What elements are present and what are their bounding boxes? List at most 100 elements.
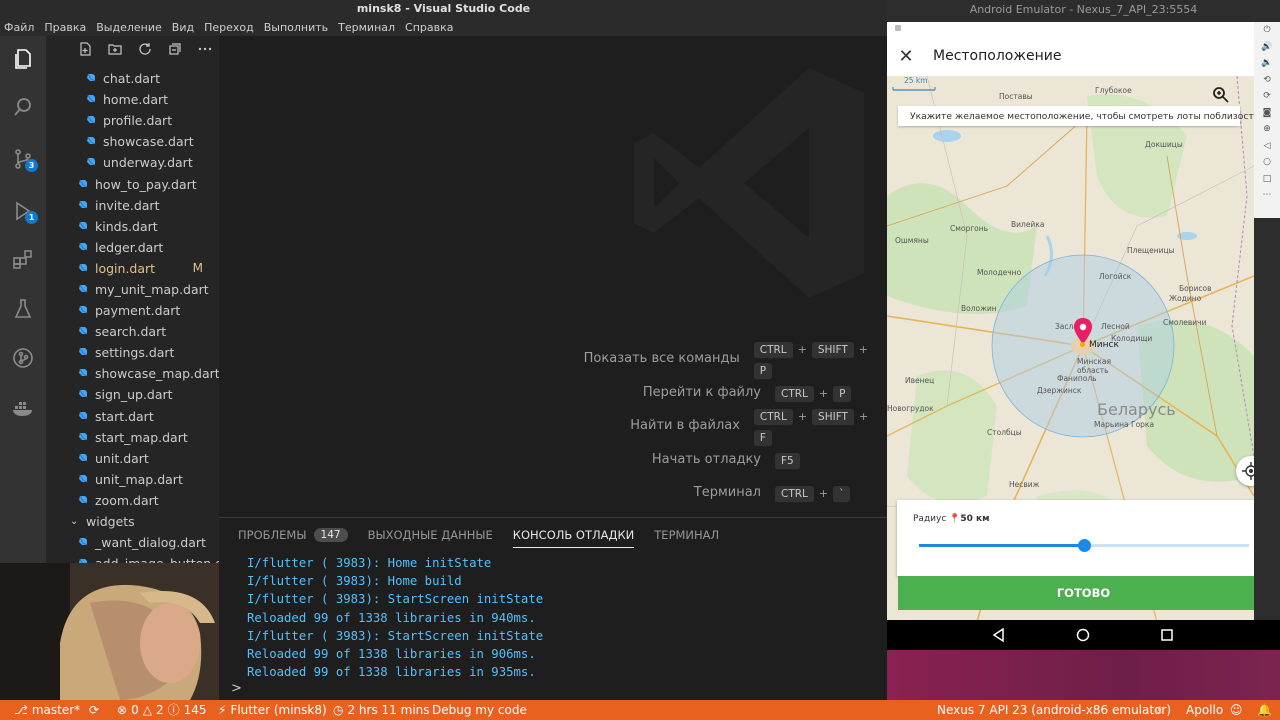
device-selector[interactable]: Nexus 7 API 23 (android-x86 emulator) — [937, 700, 1171, 720]
sync-icon[interactable]: ⟳ — [89, 700, 99, 720]
back-small-icon[interactable]: ◁ — [1254, 138, 1280, 155]
file-row[interactable]: showcase_map.dart — [46, 363, 219, 384]
menu-item[interactable]: Выделение — [96, 21, 162, 34]
zoom-icon[interactable] — [1212, 86, 1230, 104]
shortcut-row[interactable]: Терминал CTRL + ` — [437, 476, 887, 510]
back-icon[interactable] — [991, 627, 1007, 643]
shortcut-row[interactable]: Показать все команды CTRL + SHIFT +P — [437, 341, 887, 380]
refresh-icon[interactable] — [137, 41, 153, 61]
panel-tab[interactable]: КОНСОЛЬ ОТЛАДКИ — [512, 518, 635, 552]
menu-item[interactable]: Справка — [405, 21, 453, 34]
git-branch[interactable]: ⎇ master* — [14, 700, 80, 720]
file-row[interactable]: _want_dialog.dart — [46, 532, 219, 553]
menu-item[interactable]: Вид — [172, 21, 194, 34]
shortcut-row[interactable]: Найти в файлах CTRL + SHIFT +F — [437, 408, 887, 447]
rotate-right-icon[interactable]: ⟳ — [1254, 88, 1280, 105]
debug-badge: 1 — [25, 211, 38, 224]
close-icon[interactable]: ✕ — [887, 46, 925, 67]
extensions-icon[interactable] — [8, 244, 38, 274]
testing-icon[interactable] — [8, 294, 38, 324]
docker-icon[interactable] — [8, 393, 38, 423]
file-row[interactable]: profile.dart — [46, 110, 219, 131]
console-line: I/flutter ( 3983): StartScreen initState — [247, 628, 544, 643]
menu-item[interactable]: Файл — [4, 21, 34, 34]
location-pin-icon[interactable] — [1074, 318, 1092, 344]
file-name: unit_map.dart — [95, 471, 183, 487]
overview-icon[interactable] — [1159, 627, 1175, 643]
menu-item[interactable]: Переход — [204, 21, 254, 34]
screenshot-icon[interactable]: ◙ — [1254, 105, 1280, 122]
file-row[interactable]: chat.dart — [46, 68, 219, 89]
source-control-icon[interactable]: 3 — [8, 144, 38, 174]
file-row[interactable]: sign_up.dart — [46, 384, 219, 405]
file-row[interactable]: home.dart — [46, 89, 219, 110]
menu-item[interactable]: Правка — [44, 21, 86, 34]
more-actions-icon[interactable] — [197, 41, 213, 61]
problems-summary[interactable]: ⊗ 0 △ 2 ⓘ 145 — [117, 700, 207, 720]
folder-row[interactable]: ⌄ widgets — [46, 511, 219, 532]
panel-tab[interactable]: ТЕРМИНАЛ — [654, 518, 719, 552]
explorer-icon[interactable] — [8, 44, 38, 74]
panel-tab[interactable]: ВЫХОДНЫЕ ДАННЫЕ — [368, 518, 493, 552]
file-row[interactable]: settings.dart — [46, 342, 219, 363]
file-name: invite.dart — [95, 197, 160, 213]
notifications-icon[interactable]: 🔔 — [1257, 700, 1272, 720]
new-folder-icon[interactable] — [107, 41, 123, 61]
file-row[interactable]: my_unit_map.dart — [46, 279, 219, 300]
debug-icon[interactable]: 1 — [8, 196, 38, 226]
my-location-button[interactable] — [1236, 456, 1254, 486]
file-row[interactable]: zoom.dart — [46, 490, 219, 511]
feedback-icon[interactable]: ☺ — [1230, 700, 1243, 720]
new-file-icon[interactable] — [77, 41, 93, 61]
console-prompt[interactable]: > — [231, 681, 242, 696]
search-icon[interactable] — [8, 92, 38, 122]
file-row[interactable]: ledger.dart — [46, 237, 219, 258]
file-row[interactable]: login.dart M — [46, 258, 219, 279]
vscode-logo-watermark — [634, 68, 864, 298]
file-row[interactable]: invite.dart — [46, 195, 219, 216]
slider-thumb[interactable] — [1078, 539, 1091, 552]
file-row[interactable]: showcase.dart — [46, 131, 219, 152]
file-name: _want_dialog.dart — [95, 535, 206, 551]
menu-item[interactable]: Терминал — [338, 21, 395, 34]
debug-console: I/flutter ( 3983): Home initState I/flutt… — [247, 554, 877, 681]
git-graph-icon[interactable] — [8, 343, 38, 373]
problems-count-badge: 147 — [313, 528, 348, 542]
overview-small-icon[interactable]: □ — [1254, 171, 1280, 188]
menu-item[interactable]: Выполнить — [264, 21, 328, 34]
file-row[interactable]: search.dart — [46, 321, 219, 342]
done-button[interactable]: ГОТОВО — [898, 576, 1254, 610]
shortcut-row[interactable]: Начать отладку F5 — [437, 443, 887, 477]
panel-tab[interactable]: ПРОБЛЕМЫ 147 — [238, 518, 348, 552]
broadcast-icon[interactable]: ⌾ — [1156, 700, 1163, 720]
power-icon[interactable]: ⏻ — [1254, 22, 1280, 39]
flutter-status[interactable]: ⚡ Flutter (minsk8) — [218, 700, 327, 720]
file-name: my_unit_map.dart — [95, 281, 209, 297]
collapse-all-icon[interactable] — [167, 41, 183, 61]
debug-status[interactable]: Debug my code — [432, 700, 527, 720]
key-cap: F5 — [775, 452, 800, 470]
radius-card: Радиус 📍50 км — [897, 500, 1254, 576]
rotate-left-icon[interactable]: ⟲ — [1254, 72, 1280, 89]
file-row[interactable]: unit_map.dart — [46, 469, 219, 490]
home-small-icon[interactable]: ○ — [1254, 154, 1280, 171]
file-row[interactable]: payment.dart — [46, 300, 219, 321]
home-icon[interactable] — [1075, 627, 1091, 643]
info-icon: ⓘ — [167, 703, 180, 717]
apollo-status[interactable]: Apollo — [1186, 700, 1223, 720]
dart-file-icon — [78, 303, 95, 318]
panel-tab-label: ТЕРМИНАЛ — [654, 528, 720, 542]
file-row[interactable]: start.dart — [46, 406, 219, 427]
more-icon[interactable]: ⋯ — [1254, 187, 1280, 204]
radius-slider[interactable] — [919, 539, 1249, 552]
file-row[interactable]: underway.dart — [46, 152, 219, 173]
file-row[interactable]: unit.dart — [46, 448, 219, 469]
volume-up-icon[interactable]: 🔊 — [1254, 39, 1280, 56]
file-row[interactable]: start_map.dart — [46, 427, 219, 448]
file-row[interactable]: kinds.dart — [46, 216, 219, 237]
zoom-in-icon[interactable]: ⊕ — [1254, 121, 1280, 138]
time-tracker[interactable]: ◷ 2 hrs 11 mins — [333, 700, 430, 720]
file-row[interactable]: how_to_pay.dart — [46, 173, 219, 194]
volume-down-icon[interactable]: 🔉 — [1254, 55, 1280, 72]
key-cap: SHIFT — [812, 408, 854, 426]
